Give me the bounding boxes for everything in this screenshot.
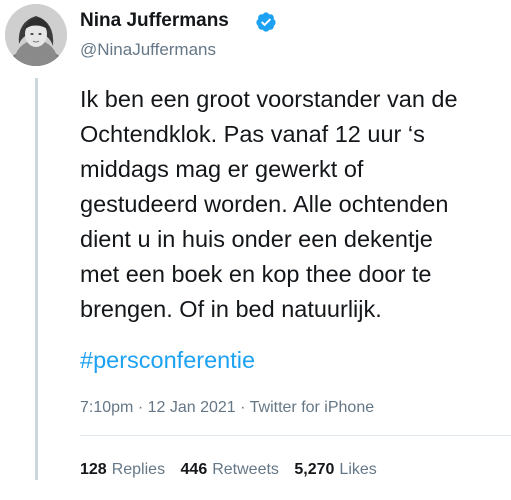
tweet-text: Ik ben een groot voorstander van de Ocht… [80, 82, 505, 327]
tweet-text-line: met een boek en kop thee door te [80, 261, 432, 287]
tweet-text-line: dient u in huis onder een dekentje [80, 226, 433, 252]
thread-line [35, 78, 38, 480]
author-display-name[interactable]: Nina Juffermans [80, 10, 229, 32]
tweet-text-line: Ochtendklok. Pas vanaf 12 uur ‘s [80, 121, 425, 147]
tweet-date[interactable]: 12 Jan 2021 [148, 399, 236, 416]
author-handle[interactable]: @NinaJuffermans [80, 40, 216, 60]
hashtag-link[interactable]: #persconferentie [80, 345, 255, 375]
tweet-source[interactable]: Twitter for iPhone [250, 399, 375, 416]
replies-count: 128 [80, 461, 107, 478]
likes-count: 5,270 [294, 461, 335, 478]
tweet: Nina Juffermans @NinaJuffermans Ik ben e… [0, 0, 511, 500]
retweets-count: 446 [180, 461, 208, 478]
tweet-text-line: middags mag er gewerkt of [80, 156, 364, 182]
retweets-stat[interactable]: 446 Retweets [181, 461, 279, 479]
tweet-text-line: gestudeerd worden. Alle ochtenden [80, 191, 449, 217]
tweet-stats: 128 Replies 446 Retweets 5,270 Likes [80, 461, 388, 479]
tweet-meta: 7:10pm · 12 Jan 2021 · Twitter for iPhon… [80, 399, 374, 417]
divider [80, 435, 511, 436]
avatar[interactable] [5, 4, 67, 66]
profile-photo-icon [5, 4, 67, 66]
meta-separator: · [137, 399, 144, 416]
likes-stat[interactable]: 5,270 Likes [294, 461, 376, 479]
tweet-time[interactable]: 7:10pm [80, 399, 133, 416]
likes-label: Likes [339, 461, 377, 478]
replies-label: Replies [111, 461, 166, 478]
meta-separator: · [240, 399, 246, 416]
replies-stat[interactable]: 128 Replies [80, 461, 165, 479]
tweet-text-line: brengen. Of in bed natuurlijk. [80, 296, 382, 322]
tweet-text-line: Ik ben een groot voorstander van de [80, 86, 458, 112]
verified-badge-icon [256, 12, 276, 32]
retweets-label: Retweets [212, 461, 279, 478]
